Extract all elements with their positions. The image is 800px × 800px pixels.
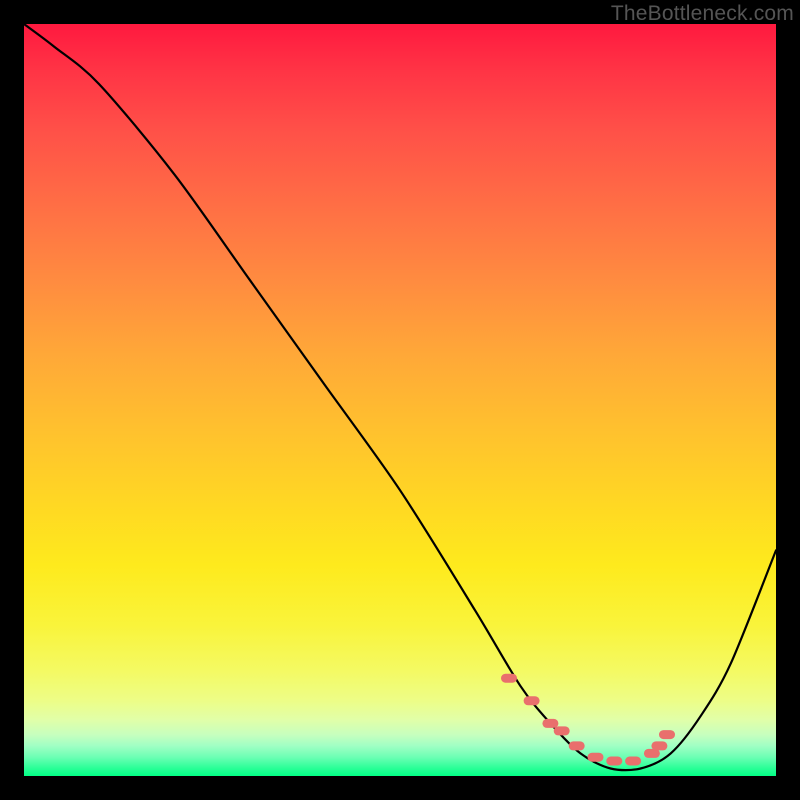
- highlight-dot: [659, 730, 675, 739]
- bottleneck-curve: [24, 24, 776, 770]
- highlight-dot: [606, 757, 622, 766]
- highlight-dot: [588, 753, 604, 762]
- highlight-dots: [501, 674, 675, 766]
- highlight-dot: [542, 719, 558, 728]
- watermark-text: TheBottleneck.com: [611, 2, 794, 26]
- highlight-dot: [569, 741, 585, 750]
- highlight-dot: [554, 726, 570, 735]
- chart-frame: [24, 24, 776, 776]
- highlight-dot: [501, 674, 517, 683]
- highlight-dot: [625, 757, 641, 766]
- highlight-dot: [524, 696, 540, 705]
- highlight-dot: [651, 741, 667, 750]
- chart-svg: [24, 24, 776, 776]
